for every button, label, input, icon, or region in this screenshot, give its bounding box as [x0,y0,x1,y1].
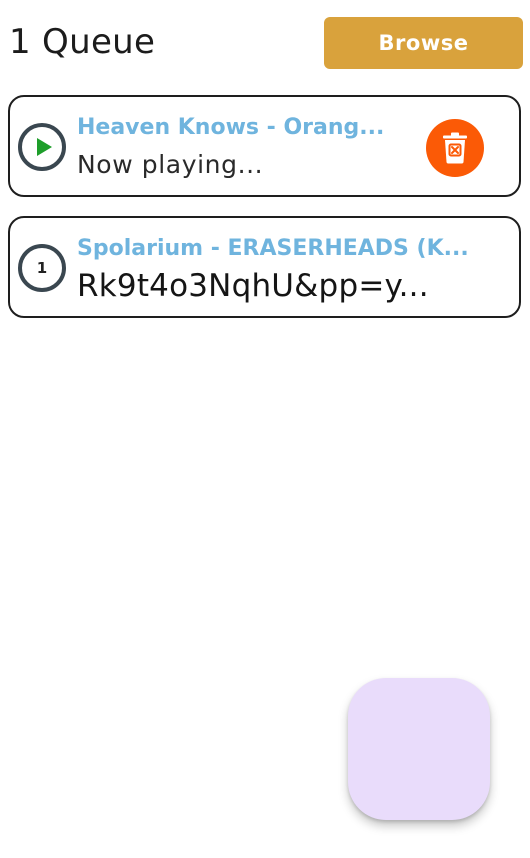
queue-position-icon: 1 [18,244,66,292]
track-title: Heaven Knows - Orang... [77,115,385,140]
queue-item-now-playing[interactable]: Heaven Knows - Orang... Now playing... [8,95,521,197]
track-title: Spolarium - ERASERHEADS (K... [77,236,469,261]
floating-action-button[interactable] [348,678,490,820]
play-icon [36,138,52,156]
track-subtitle: Rk9t4o3NqhU&pp=y... [77,268,429,304]
browse-button[interactable]: Browse [324,17,523,69]
play-status-icon[interactable] [18,123,66,171]
delete-icon [443,132,467,164]
app-header: 1 Queue Browse [0,0,530,86]
queue-item[interactable]: 1 Spolarium - ERASERHEADS (K... Rk9t4o3N… [8,216,521,318]
track-subtitle: Now playing... [77,150,264,179]
page-title: 1 Queue [9,22,156,62]
queue-position: 1 [36,258,48,277]
delete-button[interactable] [426,119,484,177]
